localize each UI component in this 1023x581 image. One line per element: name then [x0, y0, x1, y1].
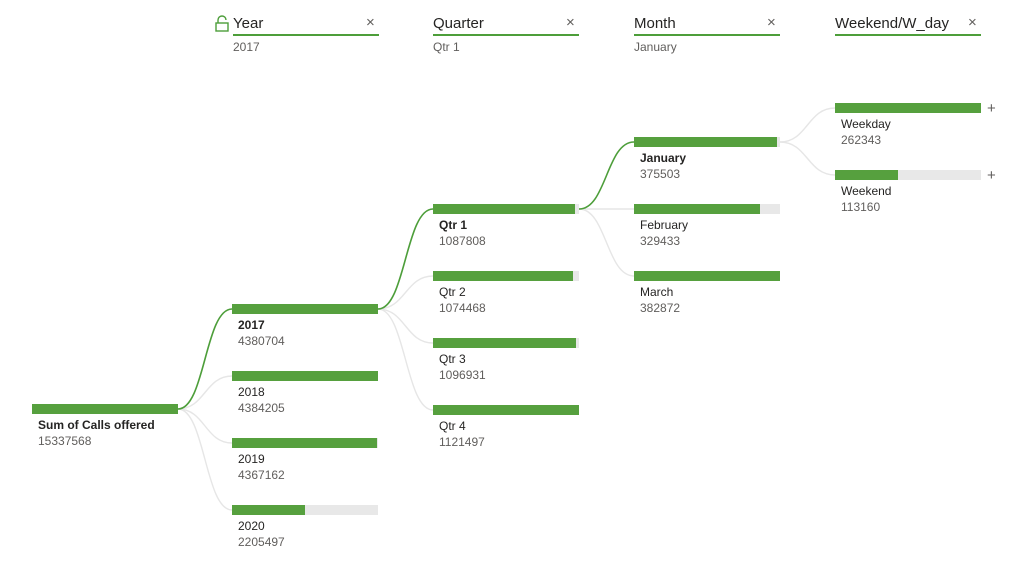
plus-icon[interactable]: + [987, 100, 996, 117]
bar-fill [634, 271, 780, 281]
node-label: 2020 [238, 519, 265, 533]
bar-track [634, 204, 780, 214]
close-icon[interactable]: × [767, 15, 776, 31]
level-underline [835, 34, 981, 36]
bar-fill [232, 304, 378, 314]
node-label: February [640, 218, 689, 232]
bar-fill [835, 103, 981, 113]
lock-icon[interactable] [215, 15, 229, 32]
bar-fill [634, 204, 760, 214]
close-icon[interactable]: × [968, 15, 977, 31]
bar-track [232, 505, 378, 515]
node-label: 2018 [238, 385, 265, 399]
level-selection: Qtr 1 [433, 40, 460, 54]
node-value: 1087808 [439, 234, 486, 248]
bar-track [232, 371, 378, 381]
level-underline [433, 34, 579, 36]
level-header-weekend-wday: Weekend/W_day × [835, 12, 981, 52]
node-label: Qtr 2 [439, 285, 466, 299]
bar-fill [232, 371, 378, 381]
level-title: Quarter [433, 15, 484, 32]
bar-track [634, 137, 780, 147]
bar-fill [433, 271, 573, 281]
node-value: 262343 [841, 133, 882, 147]
level-header-month: Month × January [634, 12, 780, 54]
node-value: 1074468 [439, 301, 486, 315]
node-label: 2019 [238, 452, 265, 466]
node-value: 329433 [640, 234, 681, 248]
level-title: Year [233, 15, 264, 32]
node-value: 15337568 [38, 434, 92, 448]
level-selection: January [634, 40, 677, 54]
level-title: Weekend/W_day [835, 15, 949, 32]
node-label: Weekday [841, 117, 891, 131]
close-icon[interactable]: × [366, 15, 375, 31]
node-label: Sum of Calls offered [38, 418, 155, 432]
bar-fill [433, 338, 576, 348]
node-value: 375503 [640, 167, 681, 181]
bar-fill [433, 204, 575, 214]
node-value: 1096931 [439, 368, 486, 382]
decomposition-tree: Year × 2017 Quarter × Qtr 1 Month × Janu… [0, 0, 1023, 581]
node-label: January [640, 151, 687, 165]
close-icon[interactable]: × [566, 15, 575, 31]
bar-track [433, 204, 579, 214]
node-value: 4367162 [238, 468, 285, 482]
bar-track [433, 405, 579, 415]
node-label: March [640, 285, 674, 299]
bar-track [835, 103, 981, 113]
bar-track [835, 170, 981, 180]
level-selection: 2017 [233, 40, 260, 54]
bar-track [634, 271, 780, 281]
bar-track [433, 338, 579, 348]
node-value: 2205497 [238, 535, 285, 549]
level-title: Month [634, 15, 676, 32]
bar-track [232, 438, 378, 448]
node-label: Qtr 4 [439, 419, 466, 433]
bar-fill [232, 505, 306, 515]
bar-track [433, 271, 579, 281]
node-label: Qtr 1 [439, 218, 468, 232]
level-underline [233, 34, 379, 36]
bar-track [232, 304, 378, 314]
bar-fill [433, 405, 579, 415]
bar-fill [32, 404, 178, 414]
node-value: 4384205 [238, 401, 285, 415]
level-underline [634, 34, 780, 36]
bar-fill [232, 438, 378, 448]
node-label: Qtr 3 [439, 352, 466, 366]
node-label: 2017 [238, 318, 265, 332]
bar-fill [835, 170, 898, 180]
node-value: 382872 [640, 301, 681, 315]
node-value: 1121497 [439, 435, 485, 449]
node-value: 4380704 [238, 334, 285, 348]
node-value: 113160 [841, 200, 881, 214]
level-header-quarter: Quarter × Qtr 1 [433, 12, 579, 54]
bar-fill [634, 137, 778, 147]
bar-track [32, 404, 178, 414]
node-label: Weekend [841, 184, 892, 198]
plus-icon[interactable]: + [987, 167, 996, 184]
level-header-year: Year × 2017 [215, 12, 379, 54]
